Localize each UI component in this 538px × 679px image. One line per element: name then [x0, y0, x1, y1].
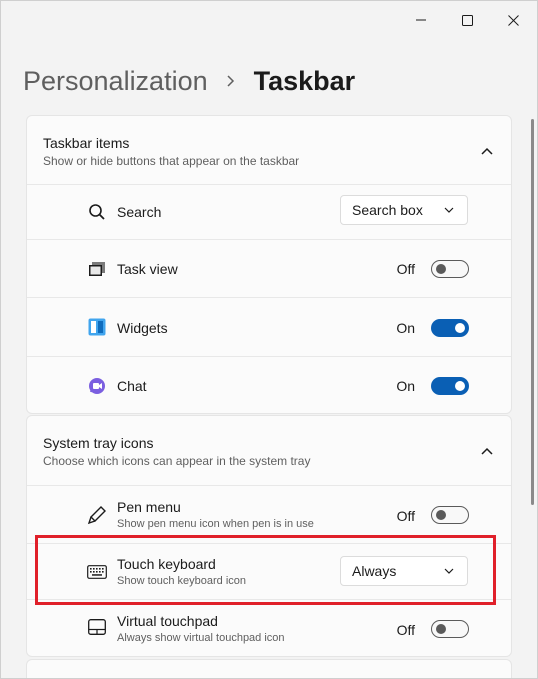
toggle-knob	[455, 381, 465, 391]
taskbar-items-header[interactable]: Taskbar items Show or hide buttons that …	[27, 116, 511, 184]
system-tray-header[interactable]: System tray icons Choose which icons can…	[27, 416, 511, 485]
setting-row-touch-keyboard: Touch keyboard Show touch keyboard icon …	[27, 543, 511, 600]
chevron-down-icon	[444, 207, 454, 213]
system-tray-group: System tray icons Choose which icons can…	[26, 415, 512, 657]
setting-description: Show touch keyboard icon	[117, 575, 247, 587]
setting-row-widgets: Widgets On	[27, 297, 511, 357]
setting-row-pen-menu: Pen menu Show pen menu icon when pen is …	[27, 485, 511, 544]
toggle-knob	[455, 323, 465, 333]
search-mode-dropdown[interactable]: Search box	[340, 195, 468, 225]
touch-keyboard-dropdown[interactable]: Always	[340, 556, 468, 586]
setting-label: Chat	[117, 378, 147, 394]
widgets-toggle[interactable]	[431, 319, 469, 337]
breadcrumb-parent[interactable]: Personalization	[23, 66, 208, 97]
search-icon	[87, 202, 107, 222]
virtual-touchpad-toggle[interactable]	[431, 620, 469, 638]
setting-label: Task view	[117, 261, 178, 277]
touchpad-icon	[87, 617, 107, 637]
minimize-button[interactable]	[398, 1, 444, 39]
page-title: Taskbar	[253, 65, 356, 96]
maximize-icon	[461, 14, 473, 26]
maximize-button[interactable]	[444, 1, 490, 39]
widgets-icon	[87, 317, 107, 337]
dropdown-value: Always	[352, 563, 397, 579]
toggle-state-text: On	[396, 320, 415, 336]
task-view-toggle[interactable]	[431, 260, 469, 278]
scrollbar-thumb[interactable]	[531, 119, 534, 505]
chevron-up-icon[interactable]	[479, 443, 495, 459]
setting-label: Pen menu	[117, 499, 181, 515]
setting-row-chat: Chat On	[27, 356, 511, 413]
close-icon	[507, 14, 519, 26]
group-title: Taskbar items	[43, 135, 130, 151]
setting-row-virtual-touchpad: Virtual touchpad Always show virtual tou…	[27, 599, 511, 656]
toggle-knob	[436, 624, 446, 634]
close-button[interactable]	[490, 1, 536, 39]
pen-icon	[87, 505, 107, 525]
setting-row-search: Search Search box	[27, 184, 511, 240]
breadcrumb: Personalization Taskbar	[23, 61, 355, 101]
task-view-icon	[87, 259, 107, 279]
group-subtitle: Show or hide buttons that appear on the …	[43, 154, 300, 168]
next-settings-group	[26, 659, 512, 678]
setting-description: Always show virtual touchpad icon	[117, 632, 285, 644]
chevron-right-icon	[226, 75, 236, 87]
toggle-state-text: Off	[396, 261, 415, 277]
setting-label: Touch keyboard	[117, 556, 216, 572]
toggle-state-text: On	[396, 378, 415, 394]
setting-label: Virtual touchpad	[117, 613, 218, 629]
toggle-state-text: Off	[396, 508, 415, 524]
toggle-knob	[436, 264, 446, 274]
keyboard-icon	[87, 562, 107, 582]
chat-toggle[interactable]	[431, 377, 469, 395]
dropdown-value: Search box	[352, 202, 423, 218]
toggle-state-text: Off	[396, 622, 415, 638]
setting-row-task-view: Task view Off	[27, 239, 511, 298]
toggle-knob	[436, 510, 446, 520]
pen-menu-toggle[interactable]	[431, 506, 469, 524]
minimize-icon	[416, 19, 426, 21]
setting-label: Widgets	[117, 320, 168, 336]
group-title: System tray icons	[43, 435, 154, 451]
setting-description: Show pen menu icon when pen is in use	[117, 518, 314, 530]
settings-window: Personalization Taskbar Taskbar items Sh…	[0, 0, 538, 679]
chevron-down-icon	[444, 568, 454, 574]
setting-label: Search	[117, 204, 162, 220]
group-subtitle: Choose which icons can appear in the sys…	[43, 454, 311, 468]
taskbar-items-group: Taskbar items Show or hide buttons that …	[26, 115, 512, 414]
chat-icon	[87, 376, 107, 396]
chevron-up-icon[interactable]	[479, 143, 495, 159]
